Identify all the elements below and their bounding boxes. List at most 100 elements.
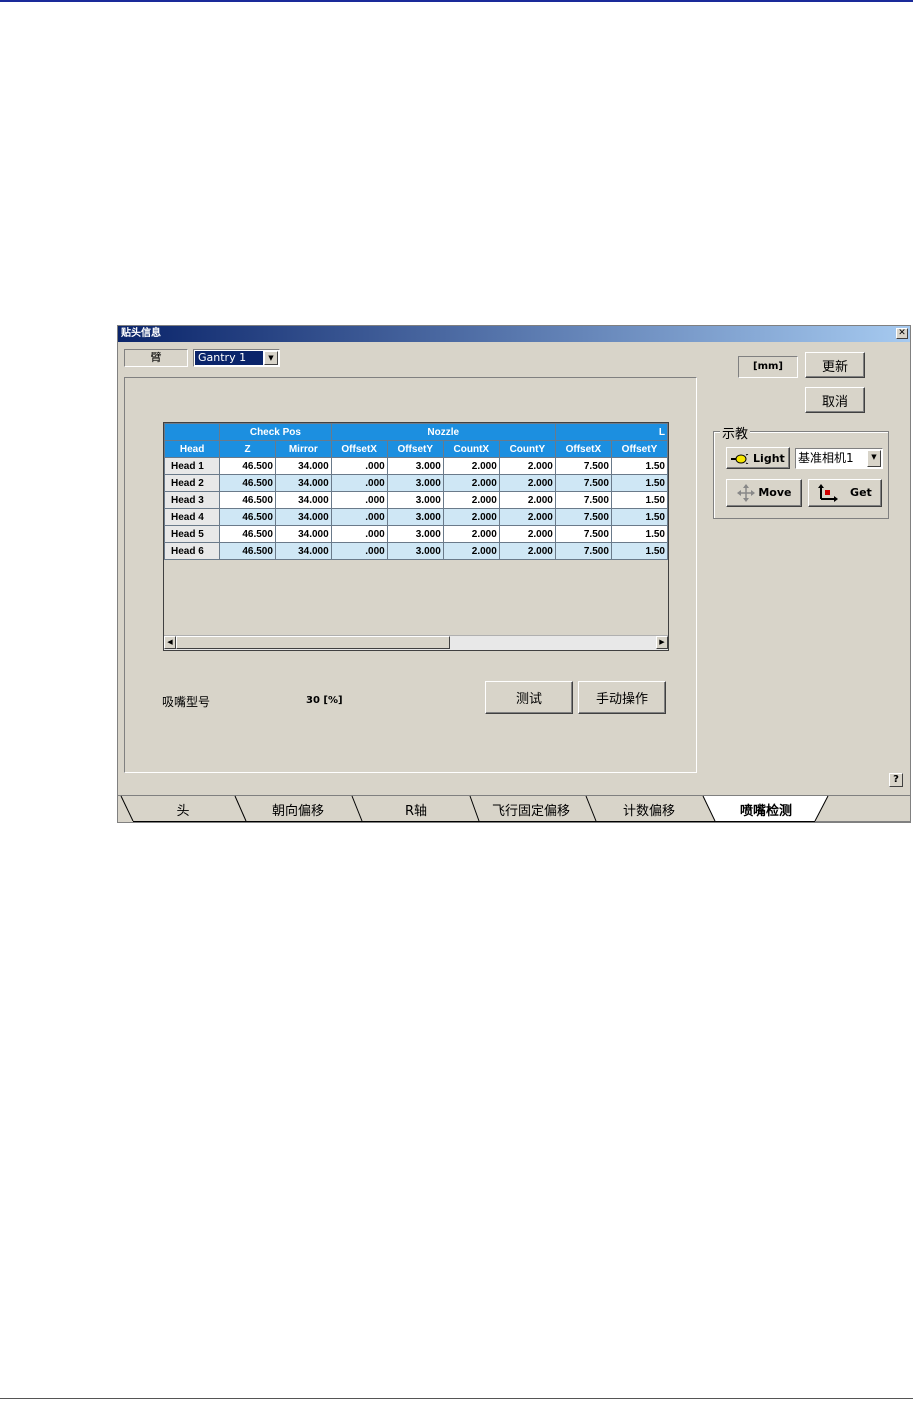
table-cell[interactable]: 7.500 xyxy=(554,542,612,560)
update-button[interactable]: 更新 xyxy=(805,352,865,378)
table-cell[interactable]: 46.500 xyxy=(219,474,276,492)
table-cell[interactable]: 46.500 xyxy=(219,508,276,526)
column-header[interactable]: Mirror xyxy=(274,440,332,458)
table-cell[interactable]: 2.000 xyxy=(498,508,556,526)
tab-strip: 头 朝向偏移 R轴 飞行固定偏移 计数偏移 喷嘴检测 xyxy=(118,795,910,822)
column-header[interactable]: OffsetY xyxy=(386,440,444,458)
table-cell[interactable]: 34.000 xyxy=(274,542,332,560)
table-cell[interactable]: 7.500 xyxy=(554,491,612,509)
camera-select[interactable]: 基准相机1 ▼ xyxy=(795,448,883,469)
table-cell[interactable]: 34.000 xyxy=(274,491,332,509)
table-cell[interactable]: 46.500 xyxy=(219,457,276,475)
gantry-select[interactable]: Gantry 1 ▼ xyxy=(193,349,280,367)
scroll-right-icon[interactable]: ▶ xyxy=(656,636,668,649)
tab-flying-fixed-offset[interactable]: 飞行固定偏移 xyxy=(478,800,584,819)
column-header[interactable]: OffsetX xyxy=(330,440,388,458)
table-cell[interactable]: .000 xyxy=(330,457,388,475)
table-row[interactable]: Head 4 46.500 34.000.000 3.000 2.000 2.000 7.5… xyxy=(164,508,668,526)
table-row[interactable]: Head 2 46.500 34.000.000 3.000 2.000 2.000 7.5… xyxy=(164,474,668,492)
tab-orientation-offset[interactable]: 朝向偏移 xyxy=(248,800,348,819)
scroll-thumb[interactable] xyxy=(176,636,450,649)
table-cell[interactable]: 1.50 xyxy=(610,491,668,509)
cancel-button[interactable]: 取消 xyxy=(805,387,865,413)
table-cell[interactable]: 2.000 xyxy=(498,491,556,509)
table-cell[interactable]: 3.000 xyxy=(386,474,444,492)
table-cell[interactable]: 1.50 xyxy=(610,474,668,492)
table-cell[interactable]: 1.50 xyxy=(610,508,668,526)
row-header-cell[interactable]: Head 1 xyxy=(164,457,221,475)
table-cell[interactable]: 46.500 xyxy=(219,491,276,509)
table-cell[interactable]: .000 xyxy=(330,542,388,560)
table-cell[interactable]: .000 xyxy=(330,491,388,509)
manual-operation-button[interactable]: 手动操作 xyxy=(578,681,666,714)
get-position-icon xyxy=(818,484,839,502)
table-cell[interactable]: 2.000 xyxy=(498,474,556,492)
group-header-nozzle: Nozzle xyxy=(330,423,556,441)
table-cell[interactable]: 34.000 xyxy=(274,508,332,526)
test-button[interactable]: 测试 xyxy=(485,681,573,714)
group-header-row: Check Pos Nozzle L xyxy=(164,423,668,441)
chevron-down-icon[interactable]: ▼ xyxy=(264,351,278,365)
help-button[interactable]: ? xyxy=(889,773,903,787)
table-cell[interactable]: 2.000 xyxy=(442,474,500,492)
table-cell[interactable]: 46.500 xyxy=(219,525,276,543)
tab-nozzle-check[interactable]: 喷嘴检测 xyxy=(714,800,818,819)
table-cell[interactable]: 3.000 xyxy=(386,491,444,509)
table-cell[interactable]: 2.000 xyxy=(498,457,556,475)
move-label: Move xyxy=(758,486,792,499)
table-cell[interactable]: 2.000 xyxy=(442,525,500,543)
row-header-cell[interactable]: Head 2 xyxy=(164,474,221,492)
table-cell[interactable]: 34.000 xyxy=(274,525,332,543)
table-cell[interactable]: 3.000 xyxy=(386,457,444,475)
table-cell[interactable]: 34.000 xyxy=(274,474,332,492)
column-header[interactable]: Z xyxy=(219,440,276,458)
table-cell[interactable]: 7.500 xyxy=(554,525,612,543)
tab-r-axis[interactable]: R轴 xyxy=(366,800,466,819)
nozzle-grid[interactable]: Check Pos Nozzle L Head Z Mirror OffsetX… xyxy=(163,422,669,651)
table-row[interactable]: Head 6 46.500 34.000.000 3.000 2.000 2.000 7.5… xyxy=(164,542,668,560)
column-header[interactable]: OffsetX xyxy=(554,440,612,458)
table-cell[interactable]: 2.000 xyxy=(498,525,556,543)
row-header-cell[interactable]: Head 3 xyxy=(164,491,221,509)
table-cell[interactable]: 7.500 xyxy=(554,457,612,475)
row-header-cell[interactable]: Head 6 xyxy=(164,542,221,560)
table-cell[interactable]: 46.500 xyxy=(219,542,276,560)
column-header[interactable]: CountY xyxy=(498,440,556,458)
column-header[interactable]: Head xyxy=(164,440,221,458)
row-header-cell[interactable]: Head 5 xyxy=(164,525,221,543)
table-cell[interactable]: 2.000 xyxy=(498,542,556,560)
scroll-left-icon[interactable]: ◀ xyxy=(164,636,176,649)
tab-head[interactable]: 头 xyxy=(138,800,228,819)
nozzle-table: Check Pos Nozzle L Head Z Mirror OffsetX… xyxy=(164,423,668,560)
table-cell[interactable]: 1.50 xyxy=(610,457,668,475)
column-header[interactable]: CountX xyxy=(442,440,500,458)
table-cell[interactable]: 3.000 xyxy=(386,525,444,543)
horizontal-scrollbar[interactable]: ◀ ▶ xyxy=(164,635,668,650)
table-cell[interactable]: 7.500 xyxy=(554,474,612,492)
table-cell[interactable]: 1.50 xyxy=(610,525,668,543)
light-button[interactable]: Light xyxy=(726,447,790,469)
table-cell[interactable]: 2.000 xyxy=(442,457,500,475)
table-cell[interactable]: 2.000 xyxy=(442,542,500,560)
table-cell[interactable]: 1.50 xyxy=(610,542,668,560)
title-bar[interactable]: 贴头信息 ✕ xyxy=(118,326,910,342)
column-header[interactable]: OffsetY xyxy=(610,440,668,458)
table-row[interactable]: Head 3 46.500 34.000.000 3.000 2.000 2.000 7.5… xyxy=(164,491,668,509)
table-cell[interactable]: 7.500 xyxy=(554,508,612,526)
chevron-down-icon[interactable]: ▼ xyxy=(867,450,881,467)
table-cell[interactable]: .000 xyxy=(330,508,388,526)
get-button[interactable]: Get xyxy=(808,479,882,507)
table-row[interactable]: Head 5 46.500 34.000.000 3.000 2.000 2.000 7.5… xyxy=(164,525,668,543)
close-button[interactable]: ✕ xyxy=(896,328,908,339)
row-header-cell[interactable]: Head 4 xyxy=(164,508,221,526)
table-cell[interactable]: 2.000 xyxy=(442,508,500,526)
table-cell[interactable]: .000 xyxy=(330,525,388,543)
table-cell[interactable]: 3.000 xyxy=(386,508,444,526)
table-row[interactable]: Head 1 46.500 34.000.000 3.000 2.000 2.000 7.5… xyxy=(164,457,668,475)
table-cell[interactable]: 34.000 xyxy=(274,457,332,475)
tab-count-offset[interactable]: 计数偏移 xyxy=(596,800,702,819)
move-button[interactable]: Move xyxy=(726,479,802,507)
table-cell[interactable]: 2.000 xyxy=(442,491,500,509)
table-cell[interactable]: .000 xyxy=(330,474,388,492)
table-cell[interactable]: 3.000 xyxy=(386,542,444,560)
